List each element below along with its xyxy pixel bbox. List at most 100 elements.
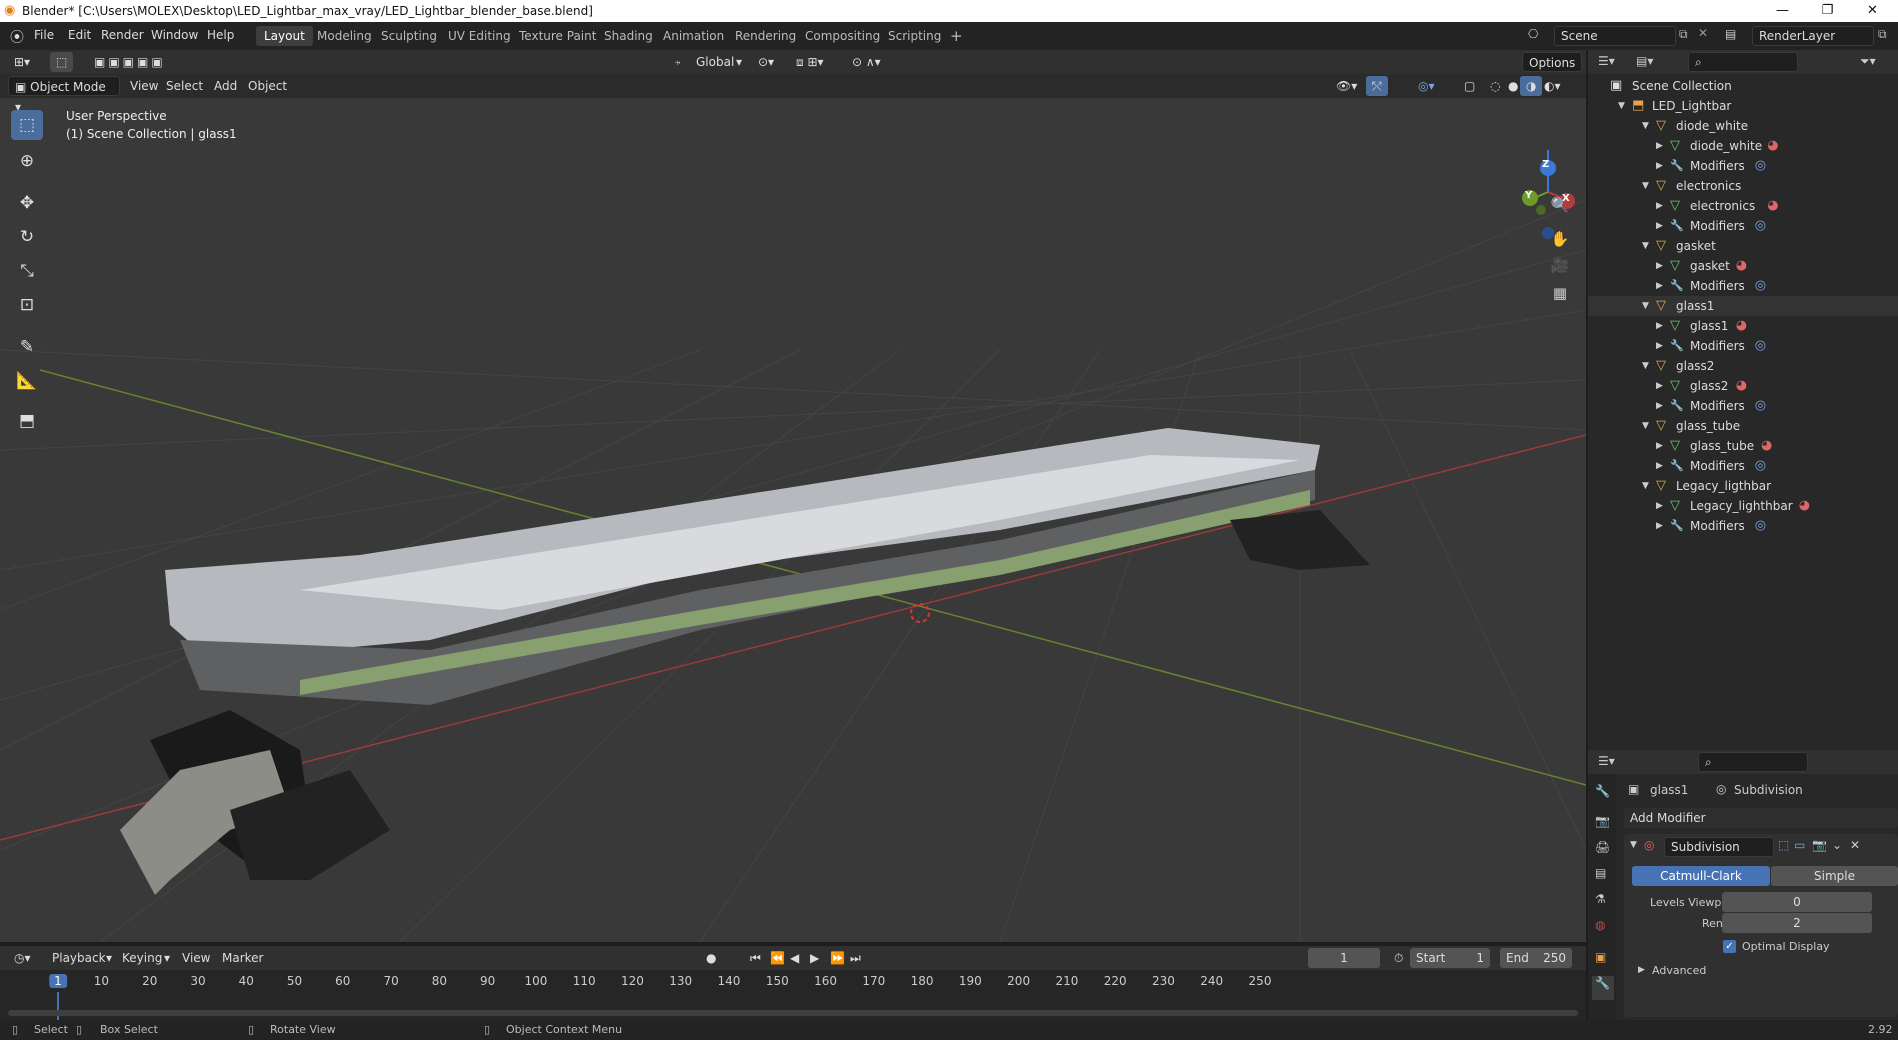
view-layer-icon[interactable]: ▤ [1725,27,1736,41]
cursor-tool-icon[interactable]: ⊕ [11,146,43,176]
display-mode-icon[interactable]: ▤▾ [1636,54,1653,68]
outliner-row-mesh[interactable]: ▶ ▽ glass1 ◕ [1588,316,1898,336]
tool-tab-icon[interactable]: 🔧 [1595,784,1610,798]
pivot-icon[interactable]: ⊙▾ [752,52,780,72]
maximize-button[interactable]: ❐ [1805,0,1850,22]
start-field[interactable]: Start 1 [1410,948,1490,968]
outliner-row-modifiers[interactable]: ▶ 🔧 Modifiers ◎ [1588,276,1898,296]
outliner-row-object[interactable]: ▼ ▽ diode_white [1588,116,1898,136]
tab-uv-editing[interactable]: UV Editing [440,26,519,46]
play-reverse-icon[interactable]: ◀ [784,948,805,968]
tab-compositing[interactable]: Compositing [797,26,888,46]
tab-scripting[interactable]: Scripting [880,26,949,46]
camera-view-icon[interactable]: 🎥 [1547,252,1573,278]
collapse-arrow-icon[interactable]: ▼ [1630,840,1637,850]
expand-arrow-icon[interactable]: ▶ [1656,256,1663,276]
menu-select[interactable]: Select [160,76,209,96]
minimize-button[interactable]: — [1760,0,1805,22]
render-layer-field[interactable]: RenderLayer [1752,26,1874,46]
expand-arrow-icon[interactable]: ▶ [1656,156,1663,176]
catmull-clark-tab[interactable]: Catmull-Clark [1632,866,1770,886]
ortho-grid-icon[interactable]: ▦ [1547,280,1573,306]
outliner-row-mesh[interactable]: ▶ ▽ glass2 ◕ [1588,376,1898,396]
menu-view[interactable]: View [124,76,164,96]
expand-arrow-icon[interactable]: ▶ [1656,516,1663,536]
tab-texture-paint[interactable]: Texture Paint [511,26,604,46]
shading-rendered-icon[interactable]: ◐▾ [1538,76,1567,96]
expand-arrow-icon[interactable]: ▶ [1656,396,1663,416]
timeline-scrollbar[interactable] [8,1010,1578,1016]
expand-arrow-icon[interactable]: ▶ [1656,276,1663,296]
tab-rendering[interactable]: Rendering [727,26,804,46]
scene-name-field[interactable]: Scene [1554,26,1676,46]
xray-icon[interactable]: ▢ [1458,76,1481,96]
outliner-row-object[interactable]: ▼ ▽ glass2 [1588,356,1898,376]
menu-edit[interactable]: Edit [68,28,91,42]
render-levels-field[interactable]: 2 [1722,913,1872,933]
overlay-icon[interactable]: ◎▾ [1412,76,1441,96]
outliner-row-modifiers[interactable]: ▶ 🔧 Modifiers ◎ [1588,336,1898,356]
menu-window[interactable]: Window [151,28,198,42]
select-box-tool-icon[interactable]: ⬚ [11,110,43,140]
expand-arrow-icon[interactable]: ▼ [1618,96,1625,116]
orientation-icon[interactable]: ⍆ [668,52,687,72]
modifier-tab-icon[interactable]: 🔧 [1592,976,1614,1000]
outliner-row-mesh[interactable]: ▶ ▽ electronics ◕ [1588,196,1898,216]
expand-arrow-icon[interactable]: ▶ [1656,456,1663,476]
3d-viewport[interactable]: Z X Y ⊞▾ ⬚ ▣▣▣▣▣ ⍆ Global ▾ ⊙▾ ⧈ ⊞▾ ⊙ ∧▾… [0,50,1586,942]
world-tab-icon[interactable]: ◍ [1595,918,1605,932]
render-toggle-icon[interactable]: 📷 [1812,838,1827,852]
timeline-ruler[interactable]: 1 10 20 30 40 50 60 70 80 90 100 110 120 130 140 150 160… [0,970,1586,1026]
expand-arrow-icon[interactable]: ▶ [1656,496,1663,516]
select-tool-icon[interactable]: ⬚ [50,52,74,72]
measure-tool-icon[interactable]: 📐 [11,366,43,396]
annotate-tool-icon[interactable]: ✎ [11,332,43,362]
menu-add[interactable]: Add [208,76,243,96]
tab-modeling[interactable]: Modeling [309,26,380,46]
scene-tab-icon[interactable]: ⚗ [1595,892,1606,906]
expand-arrow-icon[interactable]: ▶ [1656,436,1663,456]
expand-arrow-icon[interactable]: ▼ [1642,416,1649,436]
outliner-row-object[interactable]: ▼ ▽ Legacy_ligthbar [1588,476,1898,496]
current-frame-field[interactable]: 1 [1308,948,1380,968]
transform-tool-icon[interactable]: ⊡ [11,290,43,320]
outliner-search[interactable]: ⌕ [1688,52,1798,72]
expand-arrow-icon[interactable]: ▶ [1656,196,1663,216]
menu-object[interactable]: Object [242,76,293,96]
visibility-icon[interactable]: 👁▾ [1330,76,1363,96]
outliner-row-mesh[interactable]: ▶ ▽ Legacy_lighthbar ◕ [1588,496,1898,516]
filter-icon[interactable]: ⏷▾ [1860,54,1876,69]
outliner-row-modifiers[interactable]: ▶ 🔧 Modifiers ◎ [1588,396,1898,416]
add-workspace-button[interactable]: + [942,26,971,46]
remove-modifier-icon[interactable]: ✕ [1850,838,1860,852]
zoom-icon[interactable]: 🔍 [1547,192,1573,218]
expand-arrow-icon[interactable]: ▶ [1656,136,1663,156]
object-mode-dropdown[interactable]: ▣ Object Mode ▾ [8,76,120,114]
menu-view-timeline[interactable]: View [176,948,216,968]
properties-editor-icon[interactable]: ☰▾ [1598,754,1615,768]
scale-tool-icon[interactable]: ⤡ [11,256,43,286]
outliner-row-object[interactable]: ▼ ▽ glass_tube [1588,416,1898,436]
view-layer-tab-icon[interactable]: ▤ [1595,866,1606,880]
modifier-name-field[interactable]: Subdivision [1664,837,1774,857]
end-field[interactable]: End 250 [1500,948,1572,968]
menu-render[interactable]: Render [101,28,144,42]
object-tab-icon[interactable]: ▣ [1595,950,1606,964]
new-scene-icon[interactable]: ⧉ [1679,27,1688,42]
expand-arrow-icon[interactable]: ▶ [1656,376,1663,396]
outliner-row-modifiers[interactable]: ▶ 🔧 Modifiers ◎ [1588,516,1898,536]
levels-viewport-field[interactable]: 0 [1722,892,1872,912]
expand-arrow-icon[interactable]: ▼ [1642,296,1649,316]
dropdown-icon[interactable]: ⌄ [1832,838,1842,852]
expand-arrow-icon[interactable]: ▼ [1642,116,1649,136]
menu-file[interactable]: File [34,28,54,42]
add-modifier-button[interactable]: Add Modifier [1624,808,1898,828]
rotate-tool-icon[interactable]: ↻ [11,222,43,252]
options-dropdown[interactable]: Options [1522,52,1583,72]
pan-hand-icon[interactable]: ✋ [1547,226,1573,252]
outliner-row-object[interactable]: ▼ ▽ gasket [1588,236,1898,256]
outliner-row-mesh[interactable]: ▶ ▽ gasket ◕ [1588,256,1898,276]
tab-animation[interactable]: Animation [655,26,732,46]
jump-end-icon[interactable]: ⏭ [844,948,867,968]
outliner-row-modifiers[interactable]: ▶ 🔧 Modifiers ◎ [1588,456,1898,476]
